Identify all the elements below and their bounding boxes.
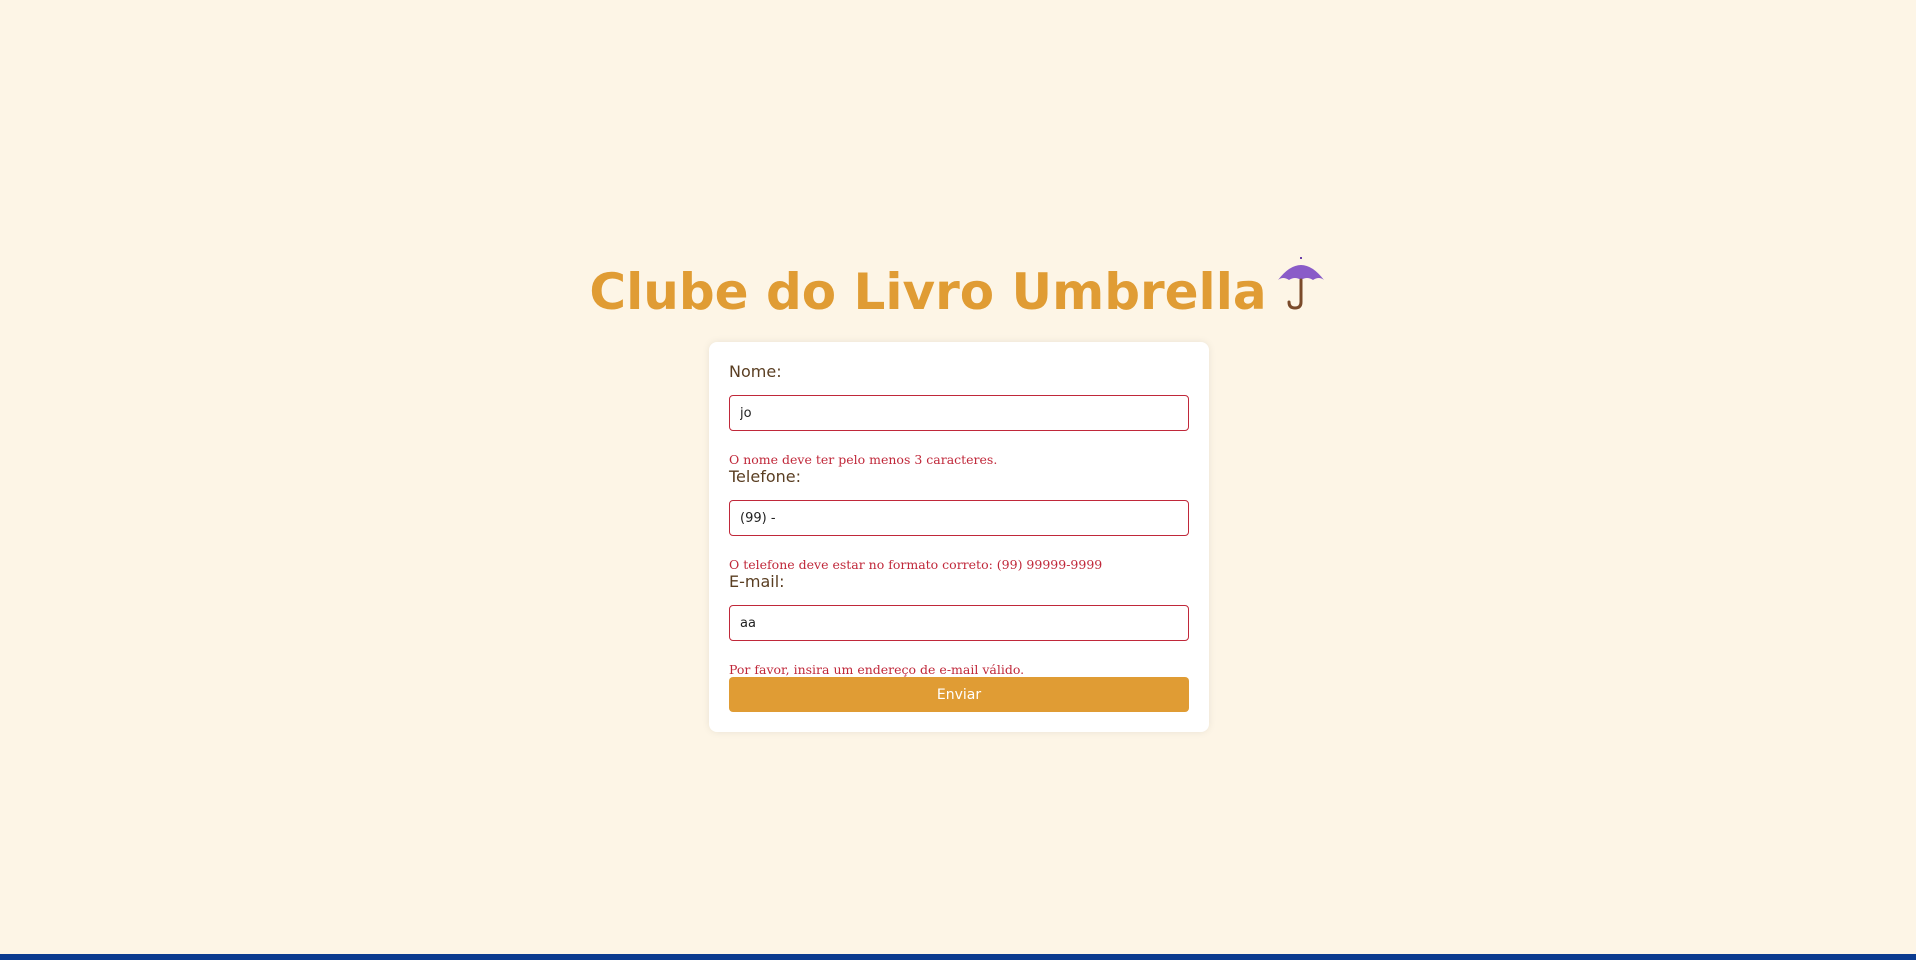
phone-input[interactable]	[729, 500, 1189, 536]
page-title-text: Clube do Livro Umbrella	[589, 263, 1267, 321]
name-error: O nome deve ter pelo menos 3 caracteres.	[729, 452, 998, 467]
phone-label: Telefone:	[729, 467, 801, 486]
name-input[interactable]	[729, 395, 1189, 431]
page-title: Clube do Livro Umbrella	[0, 256, 1916, 331]
page: Clube do Livro Umbrella Nome: O nome dev…	[0, 0, 1916, 960]
email-error: Por favor, insira um endereço de e-mail …	[729, 662, 1025, 677]
name-label: Nome:	[729, 362, 782, 381]
submit-button[interactable]: Enviar	[729, 677, 1189, 712]
phone-error: O telefone deve estar no formato correto…	[729, 557, 1103, 572]
email-label: E-mail:	[729, 572, 785, 591]
email-input[interactable]	[729, 605, 1189, 641]
bottom-bar	[0, 954, 1916, 960]
signup-form: Nome: O nome deve ter pelo menos 3 carac…	[709, 342, 1209, 732]
umbrella-icon	[1275, 256, 1327, 327]
